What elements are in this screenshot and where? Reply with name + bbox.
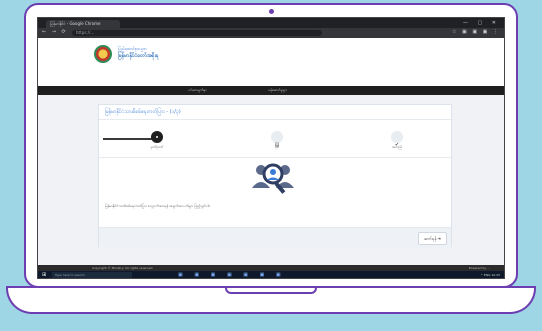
step-2-indicator[interactable]: ▤ [271, 131, 283, 148]
navigation-icons[interactable]: ← → ⟳ [42, 29, 68, 35]
system-tray[interactable]: ^ ENG 10:25 [480, 271, 500, 278]
browser-addressbar: ← → ⟳ https://... ☆ ▣ ▣ ▣ ⋮ [38, 28, 504, 38]
card-title: မြန်မာနိုင်ငံသားစိစစ်ရေးကတ်ပြား - (၁/၃) [105, 109, 181, 115]
laptop-screen: မြန်မာနိုင်ငံ - Google Chrome — ▢ ✕ ← → … [37, 17, 505, 279]
step-1-label: မှတ်ပုံတင် [150, 145, 164, 149]
government-seal-icon [94, 45, 112, 63]
instruction-text: မြန်မာနိုင်ငံသားစိစစ်ရေးကတ်ပြား လျှောက်ထ… [105, 204, 211, 208]
os-taskbar: ⊞ Type here to search ▣ ▣ ▣ ▣ ▣ ▣ ▣ ^ EN… [38, 271, 504, 278]
window-controls[interactable]: — ▢ ✕ [463, 20, 500, 26]
next-button[interactable]: ဆက်ရန် ➔ [418, 232, 447, 245]
site-title-line2: မြန်မာနိုင်ငံတော်အစိုးရ [118, 53, 159, 59]
taskbar-search-input[interactable]: Type here to search [52, 272, 132, 278]
main-menubar: ပင်မစာမျက်နှာ ဝန်ဆောင်မှုများ [38, 86, 504, 95]
instruction-section: မြန်မာနိုင်ငံသားစိစစ်ရေးကတ်ပြား လျှောက်ထ… [99, 157, 451, 228]
menu-item-services[interactable]: ဝန်ဆောင်မှုများ [268, 87, 287, 94]
application-card: မြန်မာနိုင်ငံသားစိစစ်ရေးကတ်ပြား - (၁/၃) … [98, 104, 452, 248]
step-1-indicator[interactable] [151, 131, 163, 143]
browser-tab[interactable]: မြန်မာနိုင်ငံ - Google Chrome [46, 20, 120, 28]
webcam-icon [269, 9, 274, 14]
user-search-icon [252, 163, 294, 194]
card-divider [99, 119, 451, 120]
card-actions: ဆက်ရန် ➔ [99, 227, 451, 248]
taskbar-app-icons[interactable]: ▣ ▣ ▣ ▣ ▣ ▣ ▣ [178, 272, 286, 278]
browser-tabbar: မြန်မာနိုင်ငံ - Google Chrome — ▢ ✕ [38, 18, 504, 28]
laptop-base-edge [6, 286, 536, 288]
step-3-indicator[interactable]: ✔ [391, 131, 403, 148]
step-2-label: ပုံစံ [275, 145, 279, 149]
url-field[interactable]: https://... [72, 30, 322, 36]
site-title-line1: ပြည်ထောင်စုသမ္မတ [118, 46, 148, 51]
menu-item-home[interactable]: ပင်မစာမျက်နှာ [188, 87, 207, 94]
extension-icons[interactable]: ☆ ▣ ▣ ▣ ⋮ [452, 29, 500, 35]
step-3-label: အတည် [391, 145, 402, 149]
stepper-track [103, 138, 157, 140]
start-icon[interactable]: ⊞ [42, 273, 46, 278]
site-header: ပြည်ထောင်စုသမ္မတ မြန်မာနိုင်ငံတော်အစိုးရ [38, 38, 504, 86]
